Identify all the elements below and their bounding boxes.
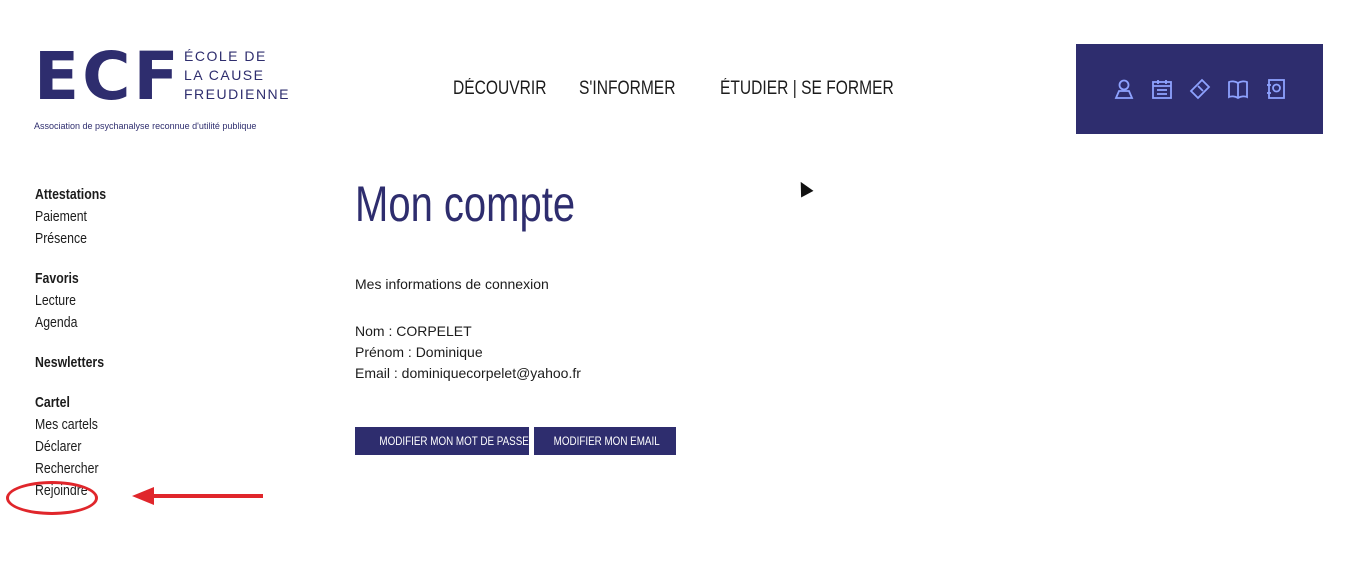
ecf-logo[interactable]: ECF ÉCOLE DE LA CAUSE FREUDIENNE Associa… [34, 24, 294, 139]
info-nom: Nom : CORPELET [355, 323, 472, 339]
change-password-button[interactable]: MODIFIER MON MOT DE PASSE [355, 427, 529, 455]
logo-text: ÉCOLE DE LA CAUSE FREUDIENNE [184, 47, 290, 104]
info-prenom: Prénom : Dominique [355, 344, 483, 360]
sidebar-group-newsletters: Neswletters [35, 352, 235, 374]
logo-subtitle: Association de psychanalyse reconnue d'u… [34, 121, 257, 131]
user-toolbar [1076, 44, 1323, 134]
sidebar-heading-favoris[interactable]: Favoris [35, 268, 199, 290]
highlight-circle [6, 481, 98, 515]
sidebar-group-favoris: Favoris Lecture Agenda [35, 268, 235, 334]
sidebar-item-presence[interactable]: Présence [35, 228, 199, 250]
logo-line-3: FREUDIENNE [184, 86, 291, 102]
ticket-icon[interactable] [1188, 77, 1212, 101]
calendar-icon[interactable] [1150, 77, 1174, 101]
page-title: Mon compte [355, 176, 576, 232]
account-info: Nom : CORPELET Prénom : Dominique Email … [355, 321, 581, 384]
mouse-cursor-icon [794, 178, 814, 198]
account-actions: MODIFIER MON MOT DE PASSE MODIFIER MON E… [355, 427, 676, 455]
logo-line-2: LA CAUSE [184, 67, 265, 83]
change-email-button[interactable]: MODIFIER MON EMAIL [534, 427, 676, 455]
sidebar-heading-cartel[interactable]: Cartel [35, 392, 199, 414]
contact-book-icon[interactable] [1264, 77, 1288, 101]
login-info-label: Mes informations de connexion [355, 276, 549, 292]
sidebar-group-attestations: Attestations Paiement Présence [35, 184, 235, 250]
account-sidebar: Attestations Paiement Présence Favoris L… [35, 184, 235, 520]
sidebar-item-mes-cartels[interactable]: Mes cartels [35, 414, 199, 436]
sidebar-heading-newsletters[interactable]: Neswletters [35, 352, 199, 374]
book-icon[interactable] [1226, 77, 1250, 101]
sidebar-item-declarer[interactable]: Déclarer [35, 436, 199, 458]
annotation-arrow [150, 494, 263, 498]
logo-line-1: ÉCOLE DE [184, 48, 267, 64]
sidebar-item-paiement[interactable]: Paiement [35, 206, 199, 228]
logo-mark: ECF [34, 38, 182, 115]
user-icon[interactable] [1112, 77, 1136, 101]
sidebar-heading-attestations[interactable]: Attestations [35, 184, 199, 206]
nav-sinformer[interactable]: S'INFORMER [579, 78, 675, 100]
sidebar-item-agenda[interactable]: Agenda [35, 312, 199, 334]
info-email: Email : dominiquecorpelet@yahoo.fr [355, 365, 581, 381]
account-main: Mon compte Mes informations de connexion… [355, 172, 676, 455]
sidebar-item-rechercher[interactable]: Rechercher [35, 458, 199, 480]
sidebar-item-lecture[interactable]: Lecture [35, 290, 199, 312]
nav-decouvrir[interactable]: DÉCOUVRIR [453, 78, 546, 100]
nav-etudier-se-former[interactable]: ÉTUDIER | SE FORMER [720, 78, 894, 100]
